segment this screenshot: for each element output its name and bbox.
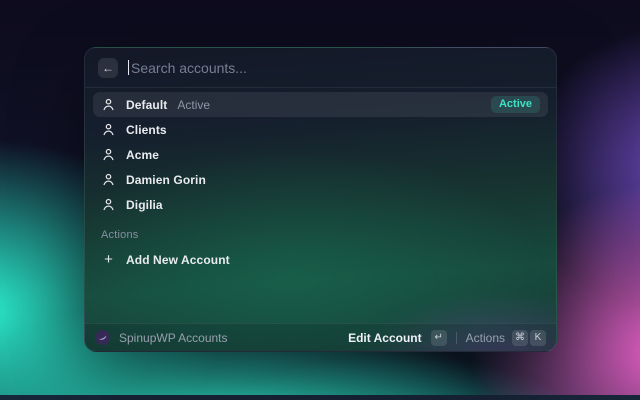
- command-key-icon[interactable]: ⌘: [512, 329, 528, 346]
- account-name: Clients: [126, 122, 167, 137]
- accounts-list: Default Active Active Clients Acme Damie…: [85, 88, 556, 272]
- search-input[interactable]: [131, 59, 543, 76]
- command-palette-window: ← Default Active Active Clients: [84, 47, 557, 352]
- account-subtitle: Active: [177, 97, 211, 112]
- add-account-label: Add New Account: [126, 252, 230, 267]
- account-name: Default: [126, 97, 168, 112]
- person-icon: [101, 97, 116, 112]
- account-name: Acme: [126, 147, 160, 162]
- footer-divider: [455, 331, 457, 344]
- arrow-left-icon: ←: [102, 60, 114, 75]
- person-icon: [101, 147, 116, 162]
- spinupwp-logo-icon: [95, 330, 110, 345]
- footer-bar: SpinupWP Accounts Edit Account ↵ Actions…: [85, 323, 556, 351]
- edit-account-action[interactable]: Edit Account: [348, 331, 422, 345]
- account-row-damien-gorin[interactable]: Damien Gorin: [93, 167, 548, 192]
- account-row-clients[interactable]: Clients: [93, 117, 548, 142]
- search-bar: ←: [85, 48, 556, 88]
- k-key-icon[interactable]: K: [530, 329, 546, 346]
- account-row-digilia[interactable]: Digilia: [93, 192, 548, 217]
- text-caret: [128, 60, 129, 75]
- account-name: Damien Gorin: [126, 172, 206, 187]
- actions-menu-button[interactable]: Actions: [466, 331, 505, 345]
- add-new-account-row[interactable]: + Add New Account: [93, 247, 548, 272]
- back-button[interactable]: ←: [98, 57, 118, 78]
- account-row-default[interactable]: Default Active Active: [93, 92, 548, 117]
- plus-icon: +: [104, 251, 113, 268]
- desktop-bottom-strip: [0, 395, 640, 400]
- account-name: Digilia: [126, 197, 163, 212]
- person-icon: [101, 172, 116, 187]
- person-icon: [101, 197, 116, 212]
- person-icon: [101, 122, 116, 137]
- footer-app-name: SpinupWP Accounts: [119, 330, 228, 345]
- actions-section-header: Actions: [101, 229, 139, 241]
- account-row-acme[interactable]: Acme: [93, 142, 548, 167]
- return-key-icon[interactable]: ↵: [430, 329, 447, 346]
- active-status-badge: Active: [490, 96, 540, 113]
